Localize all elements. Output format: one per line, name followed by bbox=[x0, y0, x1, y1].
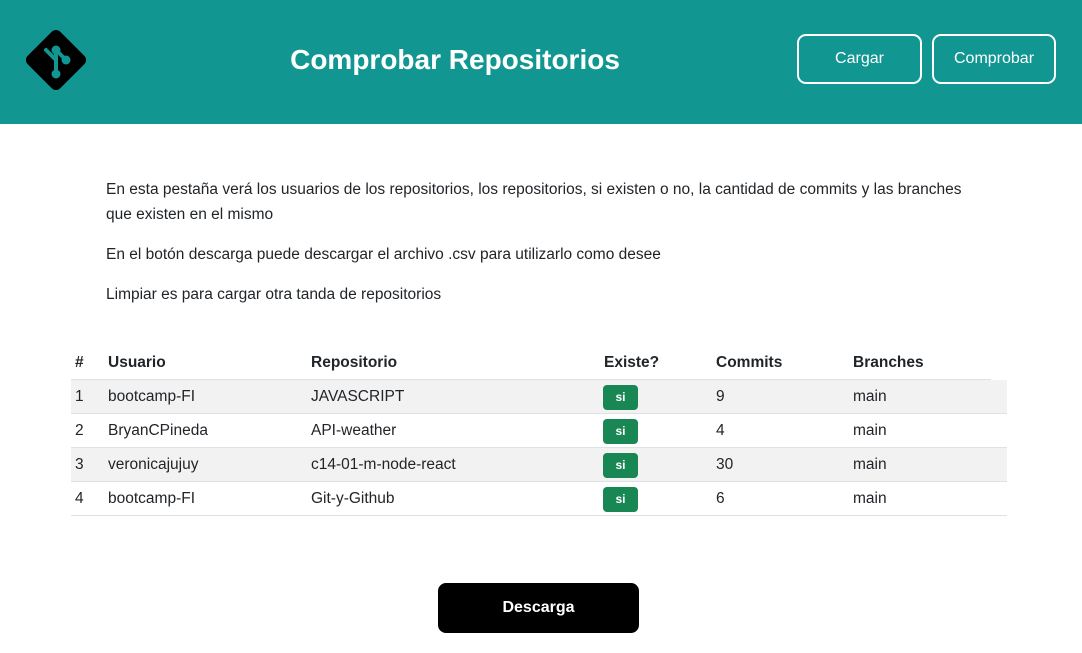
row-repositorio: c14-01-m-node-react bbox=[311, 456, 456, 473]
row-branches: main bbox=[853, 456, 887, 473]
row-branches: main bbox=[853, 422, 887, 439]
row-usuario: BryanCPineda bbox=[108, 422, 208, 439]
comprobar-button[interactable]: Comprobar bbox=[932, 34, 1056, 84]
column-header-branches: Branches bbox=[853, 354, 924, 371]
intro-paragraph-3: Limpiar es para cargar otra tanda de rep… bbox=[106, 286, 442, 303]
intro-paragraph-2: En el botón descarga puede descargar el … bbox=[106, 246, 661, 263]
table-row: 2 BryanCPineda API-weather si 4 main bbox=[71, 414, 1007, 448]
row-commits: 4 bbox=[716, 422, 725, 439]
table-row: 1 bootcamp-FI JAVASCRIPT si 9 main bbox=[71, 380, 1007, 414]
row-branches: main bbox=[853, 490, 887, 507]
row-number: 3 bbox=[75, 456, 84, 473]
app-header: Comprobar Repositorios Cargar Comprobar bbox=[0, 0, 1082, 124]
row-usuario: bootcamp-FI bbox=[108, 490, 196, 507]
row-commits: 9 bbox=[716, 388, 725, 405]
git-logo-icon[interactable] bbox=[20, 24, 92, 96]
row-repositorio: Git-y-Github bbox=[311, 490, 395, 507]
exists-badge: si bbox=[603, 385, 638, 410]
row-commits: 30 bbox=[716, 456, 734, 473]
row-usuario: veronicajujuy bbox=[108, 456, 199, 473]
table-header: # Usuario Repositorio Existe? Commits Br… bbox=[71, 346, 1007, 380]
row-repositorio: API-weather bbox=[311, 422, 397, 439]
column-header-existe: Existe? bbox=[604, 354, 660, 371]
intro-paragraph-1: En esta pestaña verá los usuarios de los… bbox=[106, 181, 962, 223]
row-number: 1 bbox=[75, 388, 84, 405]
column-header-number: # bbox=[75, 354, 84, 371]
page-title: Comprobar Repositorios bbox=[290, 44, 620, 75]
row-repositorio: JAVASCRIPT bbox=[311, 388, 405, 405]
repositories-table: # Usuario Repositorio Existe? Commits Br… bbox=[71, 346, 1007, 516]
exists-badge: si bbox=[603, 453, 638, 478]
exists-badge: si bbox=[603, 419, 638, 444]
column-header-repositorio: Repositorio bbox=[311, 354, 398, 371]
row-commits: 6 bbox=[716, 490, 725, 507]
table-row: 3 veronicajujuy c14-01-m-node-react si 3… bbox=[71, 448, 1007, 482]
exists-badge: si bbox=[603, 487, 638, 512]
row-usuario: bootcamp-FI bbox=[108, 388, 196, 405]
row-branches: main bbox=[853, 388, 887, 405]
row-number: 2 bbox=[75, 422, 84, 439]
table-row: 4 bootcamp-FI Git-y-Github si 6 main bbox=[71, 482, 1007, 516]
row-number: 4 bbox=[75, 490, 84, 507]
descarga-button[interactable]: Descarga bbox=[438, 583, 639, 633]
column-header-commits: Commits bbox=[716, 354, 783, 371]
column-header-usuario: Usuario bbox=[108, 354, 166, 371]
cargar-button[interactable]: Cargar bbox=[797, 34, 922, 84]
